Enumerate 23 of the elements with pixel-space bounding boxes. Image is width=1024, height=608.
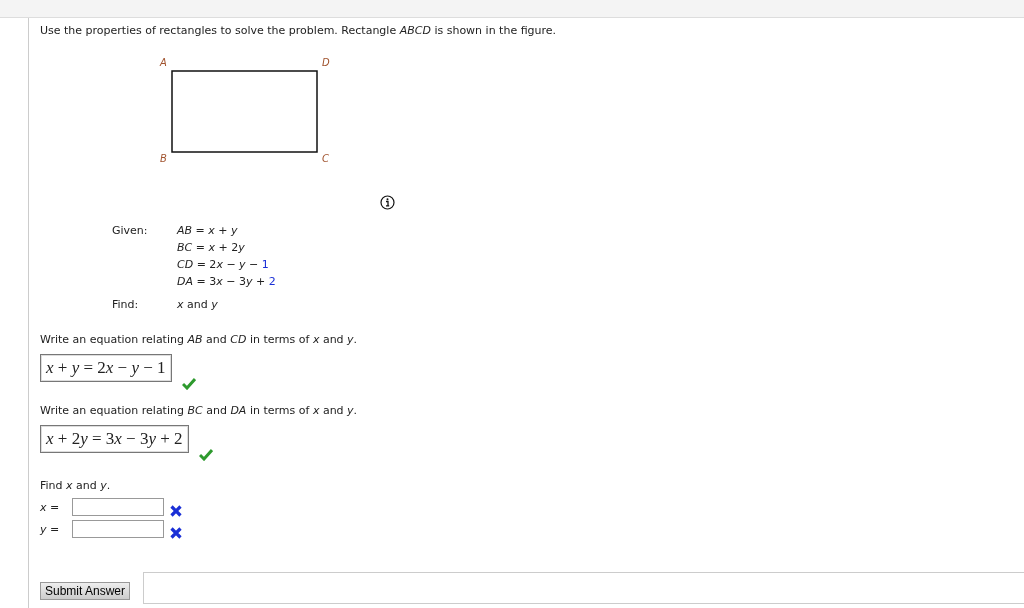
vertex-label: D xyxy=(322,57,330,68)
answer-box[interactable]: x + y = 2x − y − 1 xyxy=(40,354,172,382)
given-equation: AB = x + y xyxy=(177,224,239,237)
answer-box[interactable]: x + 2y = 3x − 3y + 2 xyxy=(40,425,189,453)
question-text: Write an equation relating BC and DA in terms of x and y. xyxy=(40,404,359,417)
vertex-label: B xyxy=(160,153,167,164)
variable-label: x = xyxy=(40,500,61,514)
given-equation: DA = 3x − 3y + 2 xyxy=(177,275,277,288)
given-label: Given: xyxy=(112,224,149,237)
given-equation: BC = x + 2y xyxy=(177,241,246,254)
question-text: Find x and y. xyxy=(40,479,112,492)
find-text: x and y xyxy=(177,298,219,311)
variable-label: y = xyxy=(40,522,61,536)
given-equation: CD = 2x − y − 1 xyxy=(177,258,270,271)
submit-answer-button[interactable]: Submit Answer xyxy=(40,582,131,600)
question-text: Write an equation relating AB and CD in terms of x and y. xyxy=(40,333,359,346)
input-field[interactable] xyxy=(72,520,164,538)
input-field[interactable] xyxy=(72,498,164,516)
vertex-label: A xyxy=(160,57,167,68)
find-label: Find: xyxy=(112,298,140,311)
info-icon[interactable] xyxy=(380,195,395,210)
vertex-label: C xyxy=(322,153,329,164)
problem-text: Use the properties of rectangles to solve the problem. Rectangle ABCD is shown in the figure. xyxy=(40,24,558,37)
